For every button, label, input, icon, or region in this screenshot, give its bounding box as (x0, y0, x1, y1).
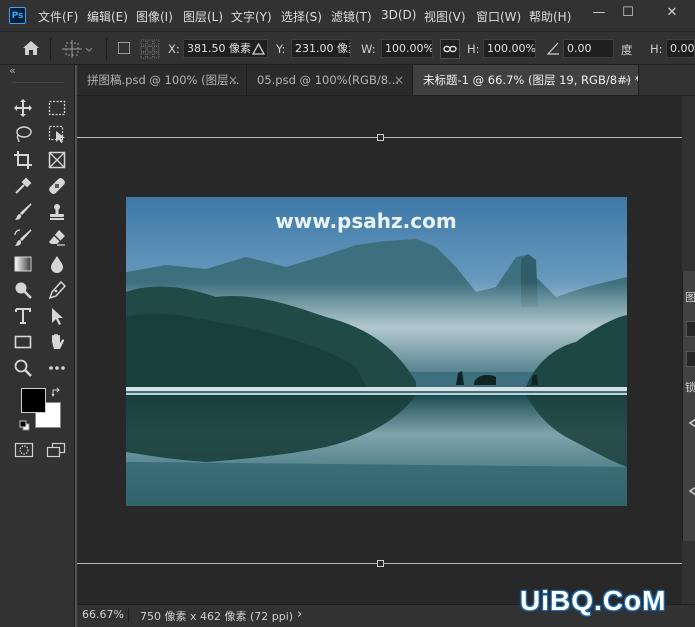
foreground-color-swatch[interactable] (21, 388, 46, 413)
hand-tool-icon[interactable] (47, 332, 69, 352)
panel-eye-icon[interactable] (688, 485, 695, 499)
collapse-toolbar-button[interactable]: « (9, 64, 16, 77)
menu-select[interactable]: 选择(S) (281, 8, 322, 25)
move-tool-icon[interactable] (13, 98, 35, 118)
menu-filter[interactable]: 滤镜(T) (331, 8, 372, 25)
eraser-tool-icon[interactable] (47, 228, 69, 248)
tab-label: 未标题-1 @ 66.7% (图层 19, RGB/8#) * (423, 73, 639, 87)
transform-handle-top[interactable] (377, 134, 384, 141)
screen-mode-icon[interactable] (46, 442, 66, 461)
gradient-tool-icon[interactable] (13, 254, 35, 274)
default-colors-icon[interactable] (19, 420, 30, 434)
lasso-tool-icon[interactable] (13, 124, 35, 144)
options-bar: X: 381.50 像素 Y: 231.00 像素 W: 100.00% H: … (0, 31, 695, 65)
menu-layer[interactable]: 图层(L) (183, 8, 223, 25)
tab-close-icon[interactable]: × (622, 65, 632, 95)
site-watermark: UiBQ.CoM (520, 585, 667, 616)
menu-bar: Ps 文件(F) 编辑(E) 图像(I) 图层(L) 文字(Y) 选择(S) 滤… (0, 0, 695, 31)
maximize-button[interactable]: ☐ (617, 4, 639, 22)
h-skew-field[interactable]: 0.00 (666, 39, 695, 58)
reference-point-checkbox[interactable] (118, 42, 130, 54)
reference-point-grid-icon[interactable] (140, 39, 160, 62)
collapsed-layers-panel[interactable]: 图 锁 (682, 271, 695, 541)
zoom-level[interactable]: 66.67% (82, 608, 124, 621)
move-tool-preset-icon[interactable] (62, 40, 94, 61)
height-field[interactable]: 100.00% (483, 39, 536, 58)
more-tools-icon[interactable] (47, 358, 69, 378)
swap-colors-icon[interactable] (51, 387, 62, 401)
panel-eye-icon[interactable] (688, 417, 695, 431)
object-selection-tool-icon[interactable] (47, 124, 69, 144)
panel-lock-label: 锁 (685, 381, 695, 394)
menu-file[interactable]: 文件(F) (38, 8, 78, 25)
menu-edit[interactable]: 编辑(E) (87, 8, 128, 25)
angle-unit: 度 (621, 43, 633, 57)
y-label: Y: (276, 42, 286, 56)
marquee-tool-icon[interactable] (47, 98, 69, 118)
y-position-field[interactable]: 231.00 像素 (291, 39, 351, 58)
menu-window[interactable]: 窗口(W) (476, 8, 521, 25)
panel-blend-mode-field[interactable] (686, 351, 695, 367)
rectangle-tool-icon[interactable] (13, 332, 35, 352)
delta-icon[interactable] (251, 42, 266, 58)
zoom-tool-icon[interactable] (13, 358, 35, 378)
tab-label: 拼图稿.psd @ 100% (图层... (87, 73, 240, 87)
pen-tool-icon[interactable] (47, 280, 69, 300)
dodge-tool-icon[interactable] (13, 280, 35, 300)
document-tabs: 拼图稿.psd @ 100% (图层... × 05.psd @ 100%(RG… (77, 65, 695, 96)
close-window-button[interactable]: ✕ (661, 4, 683, 22)
h-skew-label: H: (650, 42, 663, 56)
tab-label: 05.psd @ 100%(RGB/8... (257, 73, 400, 87)
tab-close-icon[interactable]: × (394, 65, 404, 95)
minimize-button[interactable]: — (588, 4, 610, 22)
home-icon[interactable] (22, 40, 40, 59)
panel-search-field[interactable] (686, 321, 695, 337)
tools-panel: « (0, 64, 75, 627)
eyedropper-tool-icon[interactable] (13, 176, 35, 196)
menu-type[interactable]: 文字(Y) (231, 8, 272, 25)
menu-3d[interactable]: 3D(D) (381, 8, 416, 22)
path-selection-tool-icon[interactable] (47, 306, 69, 326)
type-tool-icon[interactable] (13, 306, 35, 326)
document-info: 750 像素 x 462 像素 (72 ppi) (140, 610, 294, 623)
canvas-area[interactable]: www.psahz.com (77, 96, 682, 604)
blur-tool-icon[interactable] (47, 254, 69, 274)
clone-stamp-tool-icon[interactable] (47, 202, 69, 222)
landscape-image: www.psahz.com (126, 197, 627, 506)
tab-untitled-1[interactable]: 未标题-1 @ 66.7% (图层 19, RGB/8#) * × (413, 65, 639, 95)
angle-icon (546, 42, 560, 58)
crop-tool-icon[interactable] (13, 150, 35, 170)
status-menu-arrow-icon[interactable]: › (297, 607, 302, 622)
image-watermark-text: www.psahz.com (275, 209, 456, 233)
menu-image[interactable]: 图像(I) (136, 8, 173, 25)
link-icon[interactable] (440, 39, 460, 59)
transform-handle-bottom[interactable] (377, 560, 384, 567)
angle-field[interactable]: 0.00 (563, 39, 614, 58)
panel-title-char: 图 (685, 291, 695, 304)
tab-05[interactable]: 05.psd @ 100%(RGB/8... × (247, 65, 413, 95)
healing-brush-tool-icon[interactable] (47, 176, 69, 196)
tab-pintugao[interactable]: 拼图稿.psd @ 100% (图层... × (77, 65, 247, 95)
app-logo: Ps (9, 7, 26, 24)
w-label: W: (361, 42, 376, 56)
brush-tool-icon[interactable] (13, 202, 35, 222)
document-image[interactable]: www.psahz.com (126, 197, 627, 506)
menu-view[interactable]: 视图(V) (424, 8, 466, 25)
quick-mask-icon[interactable] (14, 442, 34, 461)
width-field[interactable]: 100.00% (381, 39, 433, 58)
tab-close-icon[interactable]: × (228, 65, 238, 95)
menu-help[interactable]: 帮助(H) (529, 8, 571, 25)
frame-tool-icon[interactable] (47, 150, 69, 170)
x-label: X: (168, 42, 180, 56)
h-label: H: (467, 42, 480, 56)
history-brush-tool-icon[interactable] (13, 228, 35, 248)
